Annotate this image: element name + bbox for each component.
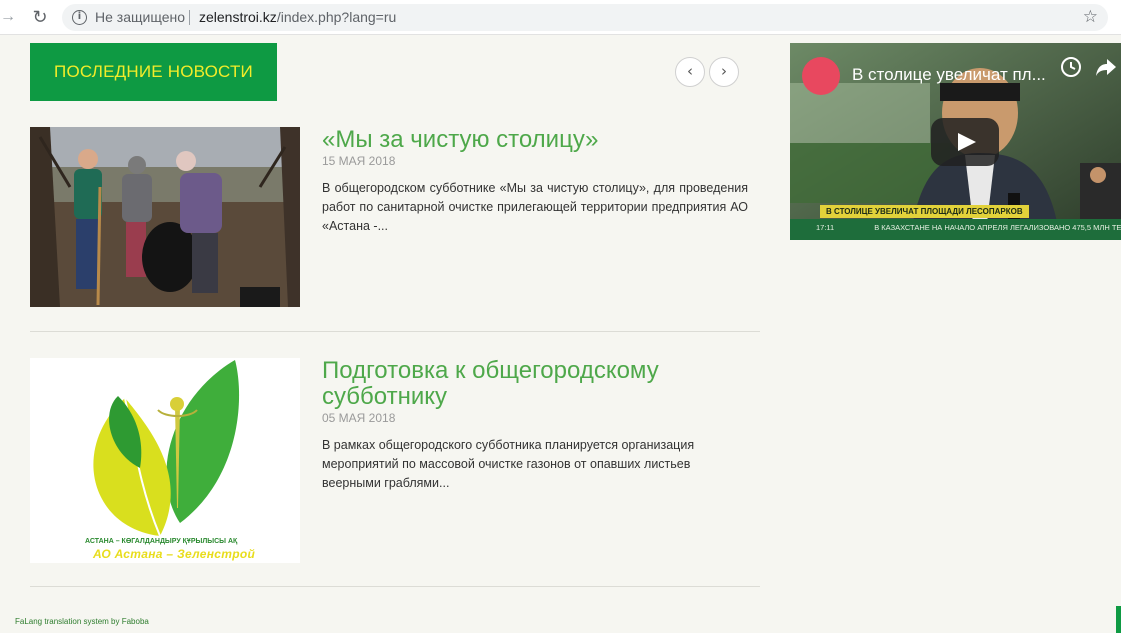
play-icon[interactable]	[931, 118, 999, 166]
watch-later-clock-icon[interactable]	[1060, 56, 1082, 78]
share-icon[interactable]	[1095, 57, 1117, 77]
article-date: 05 МАЯ 2018	[322, 411, 396, 425]
address-separator	[189, 10, 190, 25]
reload-icon[interactable]: ↻	[30, 6, 50, 28]
ticker-time: 17:11	[816, 223, 835, 232]
article-excerpt: В рамках общегородского субботника плани…	[322, 438, 695, 490]
security-status: Не защищено	[95, 9, 185, 25]
video-news-ticker: 17:11 В КАЗАХСТАНЕ НА НАЧАЛО АПРЕЛЯ ЛЕГАЛ…	[790, 219, 1121, 240]
url-path: /index.php?lang=ru	[276, 9, 397, 25]
article-title[interactable]: «Мы за чистую столицу»	[322, 127, 752, 153]
latest-news-heading: ПОСЛЕДНИЕ НОВОСТИ	[30, 43, 277, 101]
article-divider	[30, 331, 760, 332]
logo-caption-small: АСТАНА – КӨГАЛДАНДЫРУ ҚҰРЫЛЫСЫ АҚ	[85, 538, 238, 545]
video-player[interactable]: В столице увеличат пл... В СТОЛИЦЕ УВЕЛИ…	[790, 43, 1121, 240]
article-excerpt: В общегородском субботнике «Мы за чистую…	[322, 181, 748, 233]
url-text[interactable]: zelenstroi.kz/index.php?lang=ru	[199, 10, 396, 25]
carousel-next-button[interactable]: ›	[709, 57, 739, 87]
url-host: zelenstroi.kz	[199, 9, 277, 25]
article-date: 15 МАЯ 2018	[322, 154, 396, 168]
footer-credit-link[interactable]: FaLang translation system by Faboba	[15, 617, 149, 626]
logo-caption-large: АО Астана – Зеленстрой	[93, 547, 256, 561]
channel-avatar[interactable]	[802, 57, 840, 95]
article-title[interactable]: Подготовка к общегородскому субботнику	[322, 358, 752, 410]
address-bar[interactable]: i Не защищено zelenstroi.kz/index.php?la…	[62, 4, 1108, 31]
article-photo[interactable]	[30, 127, 300, 307]
footer-accent-bar	[1116, 606, 1121, 633]
bookmark-star-icon[interactable]: ☆	[1083, 7, 1098, 27]
video-title[interactable]: В столице увеличат пл...	[852, 64, 1062, 86]
carousel-prev-button[interactable]: ‹	[675, 57, 705, 87]
browser-toolbar: → ↻ i Не защищено zelenstroi.kz/index.ph…	[0, 0, 1121, 35]
news-article: АСТАНА – КӨГАЛДАНДЫРУ ҚҰРЫЛЫСЫ АҚ АО Аст…	[30, 358, 760, 563]
video-lower-third: В СТОЛИЦЕ УВЕЛИЧАТ ПЛОЩАДИ ЛЕСОПАРКОВ	[820, 205, 1029, 218]
news-article: «Мы за чистую столицу» 15 МАЯ 2018 В общ…	[30, 127, 760, 307]
info-icon[interactable]: i	[72, 10, 87, 25]
company-logo-image[interactable]: АСТАНА – КӨГАЛДАНДЫРУ ҚҰРЫЛЫСЫ АҚ АО Аст…	[30, 358, 300, 563]
article-divider	[30, 586, 760, 587]
ticker-text: В КАЗАХСТАНЕ НА НАЧАЛО АПРЕЛЯ ЛЕГАЛИЗОВА…	[874, 223, 1121, 232]
back-arrow-icon[interactable]: →	[0, 8, 16, 26]
